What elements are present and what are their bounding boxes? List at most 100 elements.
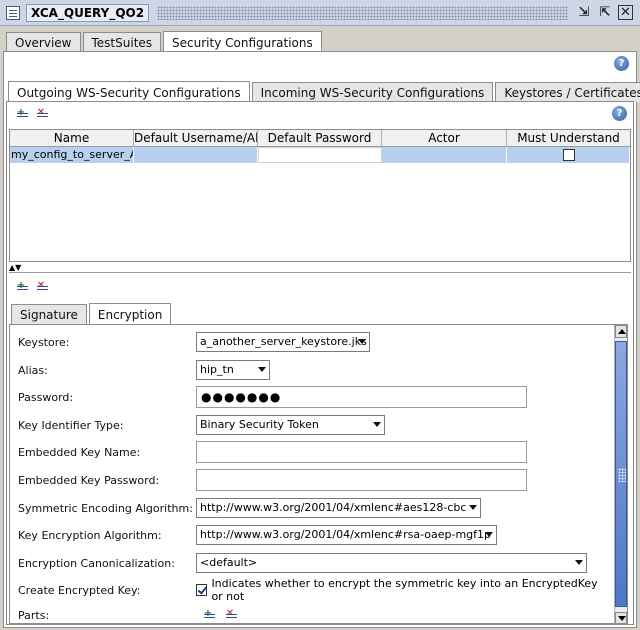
tab-label: Keystores / Certificates [504, 85, 640, 100]
parts-label: Parts: [18, 608, 50, 622]
key-identifier-row: Key Identifier Type: Binary Security Tok… [10, 414, 610, 436]
embedded-key-password-label: Embedded Key Password: [18, 473, 160, 487]
scroll-down-icon[interactable] [615, 612, 627, 623]
tab-label: Incoming WS-Security Configurations [260, 85, 485, 100]
table-row[interactable]: my_config_to_server_A [10, 147, 630, 163]
key-encryption-row: Key Encryption Algorithm: http://www.w3.… [10, 524, 610, 546]
symmetric-encoding-row: Symmetric Encoding Algorithm: http://www… [10, 497, 610, 519]
column-header-password[interactable]: Default Password [258, 130, 382, 146]
config-table: Name Default Username/Alias Default Pass… [9, 129, 631, 262]
symmetric-encoding-select[interactable]: http://www.w3.org/2001/04/xmlenc#aes128-… [196, 498, 481, 518]
column-header-actor[interactable]: Actor [382, 130, 507, 146]
tab-label: Signature [20, 307, 78, 322]
cell-actor[interactable] [382, 147, 507, 163]
tab-security-configurations[interactable]: Security Configurations [163, 31, 322, 53]
table-header: Name Default Username/Alias Default Pass… [10, 130, 630, 147]
chevron-down-icon [575, 560, 583, 565]
tab-outgoing-ws-security[interactable]: Outgoing WS-Security Configurations [8, 81, 250, 103]
canonicalization-row: Encryption Canonicalization: <default> [10, 552, 610, 574]
tab-testsuites[interactable]: TestSuites [82, 32, 162, 52]
embedded-key-name-row: Embedded Key Name: [10, 441, 610, 463]
password-label: Password: [18, 390, 74, 404]
form-scrollbar[interactable] [614, 325, 627, 623]
key-encryption-label: Key Encryption Algorithm: [18, 528, 162, 542]
embedded-key-password-field[interactable] [196, 469, 527, 491]
password-row: Password: ●●●●●●● [10, 386, 610, 408]
tab-encryption[interactable]: Encryption [88, 303, 172, 325]
tab-keystores-certificates[interactable]: Keystores / Certificates [495, 82, 640, 102]
canonicalization-select[interactable]: <default> [196, 553, 587, 573]
alias-label: Alias: [18, 363, 48, 377]
splitter-divider[interactable] [9, 272, 631, 273]
select-value: <default> [200, 556, 258, 569]
select-value: hip_tn [200, 363, 234, 376]
help-icon[interactable]: ? [612, 106, 627, 121]
maximize-icon[interactable]: ⇱ [597, 5, 613, 21]
chevron-down-icon [373, 422, 381, 427]
editor-tabs: Overview TestSuites Security Configurati… [6, 30, 324, 53]
select-value: Binary Security Token [200, 418, 319, 431]
column-header-name[interactable]: Name [10, 130, 134, 146]
cell-must-understand [507, 147, 630, 163]
keystore-row: Keystore: a_another_server_keystore.jks [10, 331, 610, 353]
key-identifier-select[interactable]: Binary Security Token [196, 415, 385, 435]
splitter-arrows[interactable]: ▲▼ [9, 263, 21, 272]
tab-label: Security Configurations [172, 35, 313, 50]
scroll-thumb[interactable] [615, 341, 627, 607]
select-value: http://www.w3.org/2001/04/xmlenc#aes128-… [200, 501, 467, 514]
remove-config-icon[interactable]: ✕ [33, 106, 49, 120]
key-encryption-select[interactable]: http://www.w3.org/2001/04/xmlenc#rsa-oae… [196, 525, 497, 545]
cell-name[interactable]: my_config_to_server_A [10, 147, 134, 163]
entry-tabs: Signature Encryption [11, 302, 173, 325]
canonicalization-label: Encryption Canonicalization: [18, 556, 175, 570]
keystore-label: Keystore: [18, 335, 70, 349]
embedded-key-password-row: Embedded Key Password: [10, 469, 610, 491]
create-encrypted-key-description: Indicates whether to encrypt the symmetr… [211, 577, 598, 603]
cell-password[interactable] [258, 147, 382, 163]
chevron-down-icon [469, 505, 477, 510]
symmetric-encoding-label: Symmetric Encoding Algorithm: [18, 501, 193, 515]
help-icon[interactable]: ? [614, 56, 629, 71]
create-encrypted-key-checkbox[interactable] [196, 584, 208, 596]
alias-select[interactable]: hip_tn [196, 360, 270, 380]
tab-label: TestSuites [91, 35, 153, 50]
must-understand-checkbox[interactable] [562, 149, 575, 161]
add-entry-icon[interactable]: + [13, 279, 29, 293]
remove-entry-icon[interactable]: ✕ [33, 279, 49, 293]
key-identifier-label: Key Identifier Type: [18, 418, 124, 432]
select-value: a_another_server_keystore.jks [200, 335, 367, 348]
parts-row: Parts: + ✕ [10, 604, 610, 623]
tab-label: Outgoing WS-Security Configurations [17, 85, 241, 100]
chevron-down-icon [485, 532, 493, 537]
close-icon[interactable]: ✕ [618, 5, 633, 20]
detach-icon[interactable]: ⇲ [576, 5, 592, 21]
title-bar: XCA_QUERY_QO2 ⇲ ⇱ ✕ [0, 0, 640, 26]
alias-row: Alias: hip_tn [10, 359, 610, 381]
tab-label: Overview [15, 35, 72, 50]
chevron-down-icon [258, 367, 266, 372]
create-encrypted-key-control: Indicates whether to encrypt the symmetr… [196, 577, 610, 603]
encryption-form: Keystore: a_another_server_keystore.jks … [9, 324, 628, 624]
grip-icon [618, 468, 626, 482]
ws-security-tabs: Outgoing WS-Security Configurations Inco… [8, 80, 640, 103]
chevron-down-icon [358, 339, 366, 344]
embedded-key-name-field[interactable] [196, 441, 527, 463]
tab-signature[interactable]: Signature [11, 304, 87, 324]
tab-incoming-ws-security[interactable]: Incoming WS-Security Configurations [251, 82, 494, 102]
window-title: XCA_QUERY_QO2 [26, 3, 150, 22]
tab-label: Encryption [97, 307, 163, 322]
scroll-up-icon[interactable] [615, 325, 627, 338]
tab-overview[interactable]: Overview [6, 32, 81, 52]
column-header-must-understand[interactable]: Must Understand [507, 130, 630, 146]
keystore-select[interactable]: a_another_server_keystore.jks [196, 332, 370, 352]
add-part-icon[interactable]: + [200, 607, 216, 621]
add-config-icon[interactable]: + [13, 106, 29, 120]
title-grip [157, 5, 568, 20]
document-icon [6, 5, 20, 20]
embedded-key-name-label: Embedded Key Name: [18, 445, 141, 459]
column-header-username[interactable]: Default Username/Alias [134, 130, 258, 146]
create-encrypted-key-label: Create Encrypted Key: [18, 583, 141, 597]
remove-part-icon[interactable]: ✕ [222, 607, 238, 621]
cell-username[interactable] [134, 147, 258, 163]
password-field[interactable]: ●●●●●●● [196, 386, 527, 408]
